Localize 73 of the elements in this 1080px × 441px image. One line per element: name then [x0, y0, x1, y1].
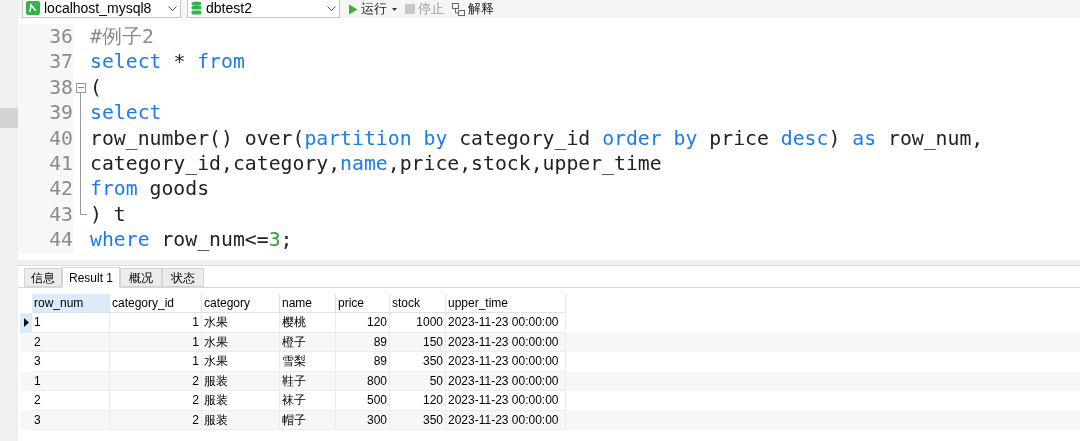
code-line: category_id,category,name,price,stock,upper_time: [90, 150, 662, 177]
code-line: #例子2: [90, 24, 154, 50]
code-line: row_number() over(partition by category_id order by price desc) as row_num,: [90, 125, 984, 151]
connection-icon: [26, 1, 40, 15]
line-number: 37: [18, 49, 74, 75]
code-line: select * from: [90, 49, 245, 75]
table-cell: 3: [32, 352, 110, 372]
line-number: 42: [18, 176, 74, 202]
connection-dropdown[interactable]: localhost_mysql8: [22, 0, 181, 18]
chevron-icon: [168, 5, 177, 11]
explain-icon: [452, 2, 465, 16]
result-tab[interactable]: 状态: [162, 268, 204, 287]
table-cell: 1: [110, 352, 202, 372]
chevron-icon: [327, 5, 336, 11]
code-line: where row_num<=3;: [90, 227, 293, 253]
result-tab[interactable]: 信息: [24, 268, 62, 287]
row-header[interactable]: [20, 313, 32, 333]
table-cell: 2: [110, 410, 202, 430]
line-number: 36: [18, 24, 74, 50]
table-cell: 2023-11-23 00:00:00: [446, 391, 566, 411]
play-icon: [348, 3, 358, 15]
table-cell: 120: [390, 391, 446, 411]
database-dropdown[interactable]: dbtest2: [187, 0, 340, 18]
table-cell: 1: [32, 313, 110, 333]
line-number: 39: [18, 100, 74, 126]
table-cell: 2023-11-23 00:00:00: [446, 313, 566, 333]
table-cell: 2: [110, 391, 202, 411]
table-cell: 350: [390, 352, 446, 372]
table-cell: 350: [390, 410, 446, 430]
line-number: 41: [18, 150, 74, 177]
table-cell: 89: [336, 352, 390, 372]
column-header[interactable]: price: [336, 294, 390, 313]
table-cell: 水果: [202, 313, 280, 333]
line-number: 38: [18, 74, 74, 101]
database-icon: [191, 1, 202, 15]
table-cell: 120: [336, 313, 390, 333]
code-line: (: [90, 74, 102, 101]
table-cell: 2023-11-23 00:00:00: [446, 410, 566, 430]
table-cell: 服装: [202, 410, 280, 430]
splitter-handle[interactable]: [0, 108, 18, 128]
run-button[interactable]: 运行: [348, 0, 397, 19]
column-header[interactable]: row_num: [32, 294, 110, 313]
table-cell: 雪梨: [280, 352, 336, 372]
result-tab[interactable]: 概况: [120, 268, 162, 287]
table-cell: 水果: [202, 352, 280, 372]
stop-icon: [405, 4, 415, 14]
fold-toggle[interactable]: [76, 82, 86, 93]
table-cell: 服装: [202, 391, 280, 411]
column-header[interactable]: category: [202, 294, 280, 313]
table-cell: 3: [32, 410, 110, 430]
table-cell: 帽子: [280, 410, 336, 430]
table-cell: 袜子: [280, 391, 336, 411]
code-line: ) t: [90, 201, 126, 228]
column-header[interactable]: upper_time: [446, 294, 566, 313]
table-cell: 500: [336, 391, 390, 411]
table-cell: 2023-11-23 00:00:00: [446, 352, 566, 372]
table-cell: 2: [32, 391, 110, 411]
code-line: from goods: [90, 176, 210, 202]
code-line: select: [90, 100, 162, 126]
line-number: 44: [18, 227, 74, 253]
table-cell: 1000: [390, 313, 446, 333]
explain-button[interactable]: 解释: [452, 0, 494, 19]
table-cell: 樱桃: [280, 313, 336, 333]
column-header[interactable]: name: [280, 294, 336, 313]
line-number: 40: [18, 125, 74, 151]
current-row-icon: [23, 318, 29, 328]
table-cell: 1: [110, 313, 202, 333]
column-header[interactable]: category_id: [110, 294, 202, 313]
column-header[interactable]: stock: [390, 294, 446, 313]
result-tab[interactable]: Result 1: [62, 267, 120, 288]
line-number: 43: [18, 201, 74, 228]
caret-icon: [392, 7, 397, 11]
table-cell: 300: [336, 410, 390, 430]
